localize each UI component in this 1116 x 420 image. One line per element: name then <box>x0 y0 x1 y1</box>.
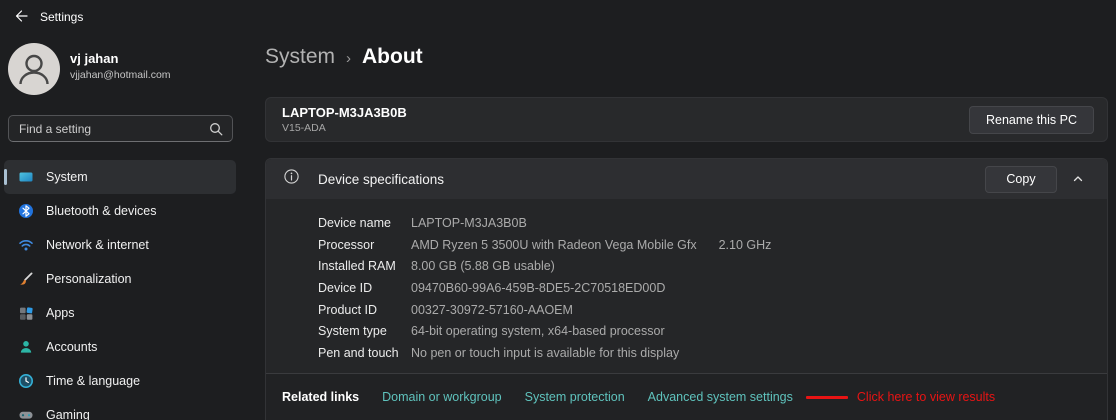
rename-pc-button[interactable]: Rename this PC <box>969 106 1094 134</box>
section-title: Device specifications <box>318 172 444 187</box>
sidebar-nav: System Bluetooth & devices Network & int… <box>4 160 236 420</box>
sidebar-item-system[interactable]: System <box>4 160 236 194</box>
device-specifications-expander[interactable]: Device specifications Copy <box>266 159 1107 199</box>
avatar <box>8 43 60 95</box>
sidebar-item-label: Personalization <box>46 272 131 286</box>
bluetooth-icon <box>18 203 34 219</box>
clock-icon <box>18 373 34 389</box>
device-name-card: LAPTOP-M3JA3B0B V15-ADA Rename this PC <box>265 97 1108 142</box>
copy-button[interactable]: Copy <box>985 166 1057 193</box>
spec-row: System type 64-bit operating system, x64… <box>318 320 1107 342</box>
search-box <box>8 115 233 142</box>
search-icon <box>209 122 223 141</box>
sidebar-item-bluetooth-devices[interactable]: Bluetooth & devices <box>4 194 236 228</box>
person-icon <box>18 339 34 355</box>
gamepad-icon <box>18 407 34 420</box>
settings-window: Settings vj jahan vjjahan@hotmail.com <box>0 0 1116 420</box>
info-icon <box>284 169 299 189</box>
profile-name: vj jahan <box>70 51 118 66</box>
person-avatar-icon <box>8 43 60 95</box>
sidebar-item-label: Time & language <box>46 374 140 388</box>
search-input[interactable] <box>9 116 232 141</box>
spec-row: Product ID 00327-30972-57160-AAOEM <box>318 299 1107 321</box>
sidebar-item-accounts[interactable]: Accounts <box>4 330 236 364</box>
sidebar-item-label: Bluetooth & devices <box>46 204 157 218</box>
breadcrumb-chevron-icon: › <box>346 50 351 67</box>
chevron-up-icon[interactable] <box>1061 173 1095 185</box>
sidebar: vj jahan vjjahan@hotmail.com System <box>0 33 240 420</box>
main-content: System › About LAPTOP-M3JA3B0B V15-ADA R… <box>240 33 1116 420</box>
breadcrumb-system[interactable]: System <box>265 45 335 69</box>
selected-accent-pill <box>4 169 7 185</box>
back-button[interactable] <box>12 8 30 26</box>
profile-email: vjjahan@hotmail.com <box>70 69 171 81</box>
device-model: V15-ADA <box>282 122 326 134</box>
sidebar-item-gaming[interactable]: Gaming <box>4 398 236 420</box>
spec-row: Device name LAPTOP-M3JA3B0B <box>318 212 1107 234</box>
wifi-icon <box>18 237 34 253</box>
spec-row: Installed RAM 8.00 GB (5.88 GB usable) <box>318 255 1107 277</box>
apps-icon <box>18 305 34 321</box>
title-bar: Settings <box>0 0 1116 33</box>
brush-icon <box>18 271 34 287</box>
display-icon <box>18 169 34 185</box>
window-title: Settings <box>40 10 83 24</box>
page-title: About <box>362 45 423 69</box>
sidebar-item-time-language[interactable]: Time & language <box>4 364 236 398</box>
spec-row: Processor AMD Ryzen 5 3500U with Radeon … <box>318 234 1107 256</box>
sidebar-item-label: Gaming <box>46 408 90 420</box>
related-links-title: Related links <box>282 390 359 404</box>
profile-header[interactable]: vj jahan vjjahan@hotmail.com <box>8 43 234 97</box>
device-specifications-card: Device specifications Copy Device name L… <box>265 158 1108 420</box>
sidebar-item-apps[interactable]: Apps <box>4 296 236 330</box>
device-name: LAPTOP-M3JA3B0B <box>282 105 407 120</box>
sidebar-item-label: Accounts <box>46 340 97 354</box>
sidebar-item-label: Network & internet <box>46 238 149 252</box>
sidebar-item-personalization[interactable]: Personalization <box>4 262 236 296</box>
sidebar-item-label: Apps <box>46 306 75 320</box>
spec-table: Device name LAPTOP-M3JA3B0B Processor AM… <box>266 199 1107 373</box>
link-domain-or-workgroup[interactable]: Domain or workgroup <box>382 390 502 404</box>
link-system-protection[interactable]: System protection <box>525 390 625 404</box>
related-links-row: Related links Domain or workgroup System… <box>266 373 1107 420</box>
sidebar-item-network-internet[interactable]: Network & internet <box>4 228 236 262</box>
spec-row: Pen and touch No pen or touch input is a… <box>318 342 1107 364</box>
annotation-line <box>806 396 848 399</box>
breadcrumb: System › About <box>265 45 423 69</box>
back-arrow-icon <box>13 12 29 27</box>
link-advanced-system-settings[interactable]: Advanced system settings <box>648 390 793 404</box>
annotation-text: Click here to view results <box>857 390 995 404</box>
spec-row: Device ID 09470B60-99A6-459B-8DE5-2C7051… <box>318 277 1107 299</box>
sidebar-item-label: System <box>46 170 88 184</box>
